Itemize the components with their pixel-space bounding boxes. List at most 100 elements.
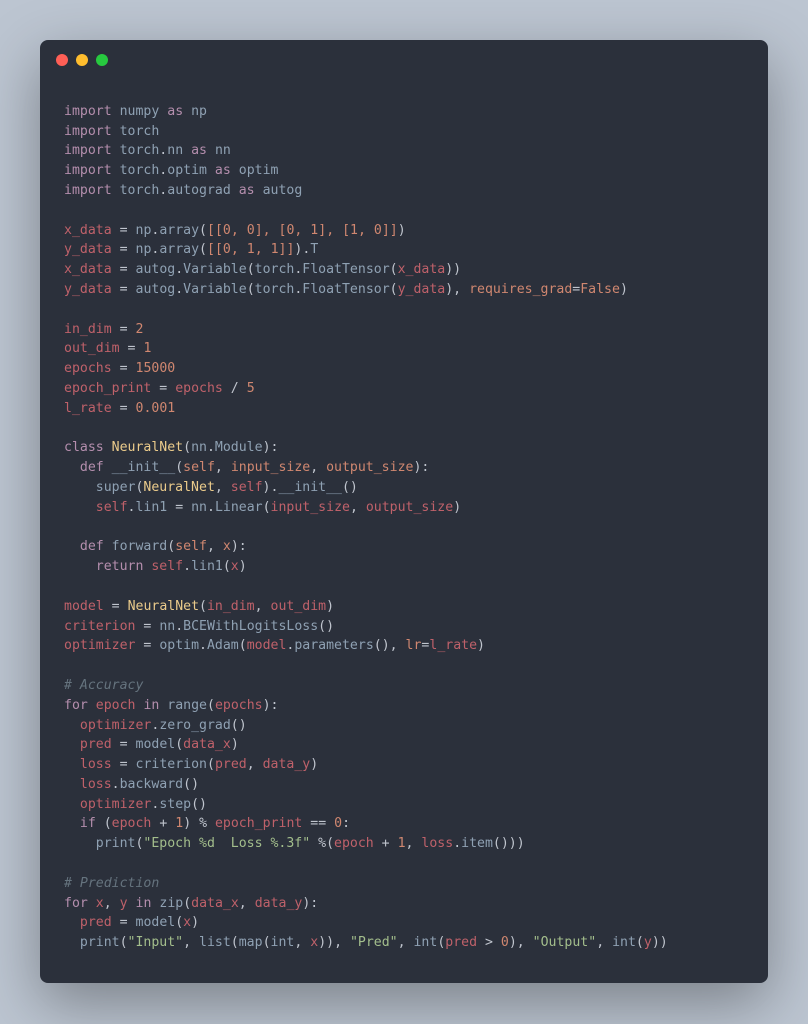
obj: loss [80,777,112,792]
self: self [151,559,183,574]
obj: loss [421,836,453,851]
class-name: NeuralNet [112,440,183,455]
var: epochs [64,361,112,376]
fn: Variable [183,282,247,297]
var: epoch [112,816,152,831]
var: epoch [334,836,374,851]
keyword: in [136,896,152,911]
var: epochs [175,381,223,396]
obj: np [136,242,152,257]
fn: zip [159,896,183,911]
op: = [120,915,128,930]
obj: autog [136,262,176,277]
keyword: import [64,124,112,139]
keyword: return [96,559,144,574]
num: 0 [334,816,342,831]
module: torch [120,143,160,158]
fn: backward [120,777,184,792]
fn: array [159,242,199,257]
obj: model [247,638,287,653]
var: criterion [64,619,135,634]
num: 1 [143,341,151,356]
op: = [120,242,128,257]
param: self [183,460,215,475]
param: self [175,539,207,554]
var: loss [80,757,112,772]
fn: range [167,698,207,713]
var: x_data [64,223,112,238]
keyword: import [64,143,112,158]
arg: data_x [191,896,239,911]
keyword: as [215,163,231,178]
var: epoch_print [64,381,151,396]
fn: print [96,836,136,851]
param: x [223,539,231,554]
fn: Adam [207,638,239,653]
code-content: import numpy as np import torch import t… [40,76,768,953]
arg: in_dim [207,599,255,614]
maximize-icon[interactable] [96,54,108,66]
fn: print [80,935,120,950]
bool: False [580,282,620,297]
kwarg: requires_grad [469,282,572,297]
string: "Epoch %d Loss %.3f" [143,836,310,851]
fn: array [159,223,199,238]
keyword: for [64,698,88,713]
alias: np [191,104,207,119]
fn: super [96,480,136,495]
arg: x [310,935,318,950]
op: / [231,381,239,396]
arg: x [183,915,191,930]
comment: # Accuracy [64,678,143,693]
obj: optim [159,638,199,653]
var: optimizer [64,638,135,653]
keyword: as [167,104,183,119]
string: "Pred" [350,935,398,950]
alias: optim [239,163,279,178]
submodule: nn [167,143,183,158]
arg: NeuralNet [143,480,214,495]
arg: self [231,480,263,495]
keyword: def [80,460,104,475]
param: output_size [326,460,413,475]
var: l_rate [64,401,112,416]
op: % [318,836,326,851]
num: 2 [136,322,144,337]
class: NeuralNet [128,599,199,614]
obj: autog [136,282,176,297]
keyword: in [143,698,159,713]
minimize-icon[interactable] [76,54,88,66]
fn: criterion [136,757,207,772]
string: "Input" [128,935,184,950]
arg: y_data [398,282,446,297]
var: in_dim [64,322,112,337]
op: = [120,401,128,416]
var: epoch [96,698,136,713]
arg: x_data [398,262,446,277]
fn: int [612,935,636,950]
obj: nn [191,500,207,515]
fn: map [239,935,263,950]
arg: output_size [366,500,453,515]
arg: epochs [215,698,263,713]
window-titlebar [40,40,768,76]
keyword: import [64,183,112,198]
var: y_data [64,282,112,297]
arg: data_y [255,896,303,911]
op: % [199,816,207,831]
op: = [143,638,151,653]
fn: step [159,797,191,812]
num: 0.001 [136,401,176,416]
module: torch [120,163,160,178]
keyword: def [80,539,104,554]
param: input_size [231,460,310,475]
string: "Output" [533,935,597,950]
num: 0 [501,935,509,950]
keyword: import [64,104,112,119]
obj: optimizer [80,718,151,733]
fn: __init__ [278,480,342,495]
close-icon[interactable] [56,54,68,66]
num: 1 [398,836,406,851]
fn: BCEWithLogitsLoss [183,619,318,634]
literal: [[0, 1, 1]] [207,242,294,257]
